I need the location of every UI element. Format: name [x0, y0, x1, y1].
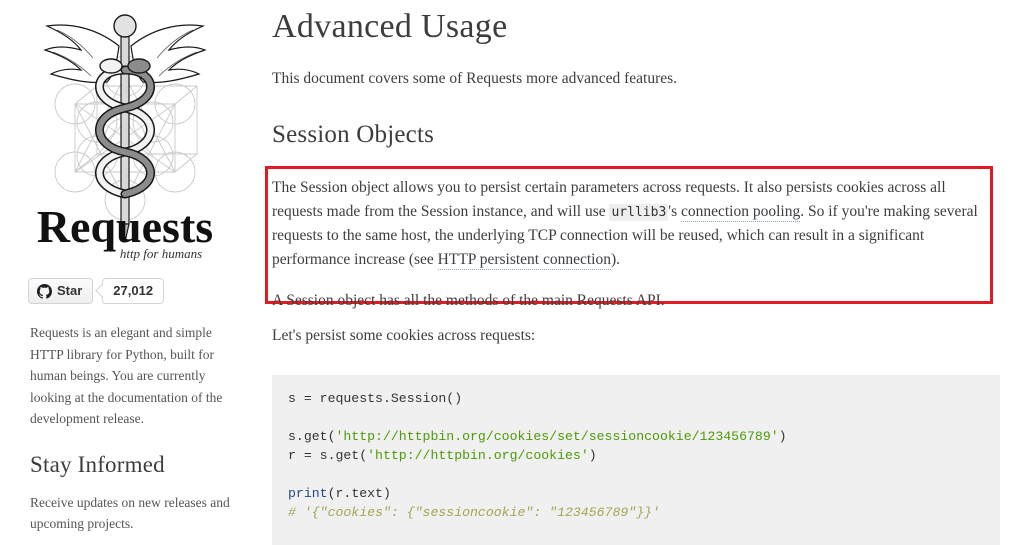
code-line-2-call: s.get(	[288, 429, 336, 445]
section-title-session-objects: Session Objects	[272, 121, 435, 148]
session-objects-text: The Session object allows you to persist…	[272, 176, 988, 313]
main-content: Advanced Usage This document covers some…	[265, 0, 1002, 545]
link-connection-pooling[interactable]: connection pooling	[680, 202, 801, 222]
page-intro: This document covers some of Requests mo…	[272, 70, 678, 87]
github-star-widget[interactable]: Star 27,012	[28, 278, 250, 304]
code-line-3-close: )	[588, 448, 597, 464]
github-star-label: Star	[57, 283, 83, 298]
code-blank-2	[288, 465, 1000, 484]
code-line-2-string: 'http://httpbin.org/cookies/set/sessionc…	[335, 429, 779, 445]
github-star-button[interactable]: Star	[28, 278, 94, 304]
requests-logo[interactable]: Requests http for humans	[20, 4, 230, 266]
session-p1-part-b: 's	[668, 202, 681, 220]
python-code-block[interactable]: s = requests.Session() s.get('http://htt…	[272, 375, 1000, 545]
github-star-count[interactable]: 27,012	[102, 278, 165, 304]
code-line-1: s = requests.Session()	[288, 391, 463, 407]
caduceus-logo-icon: Requests http for humans	[37, 14, 213, 261]
sidebar: Requests http for humans Star 27,012 Req…	[0, 0, 250, 532]
code-line-4-keyword: print	[288, 486, 328, 502]
session-paragraph-1: The Session object allows you to persist…	[272, 176, 988, 271]
github-star-count-wrapper[interactable]: 27,012	[102, 278, 165, 304]
logo-tagline-text: http for humans	[120, 246, 202, 261]
inline-code-urllib3: urllib3	[609, 203, 669, 221]
sidebar-description: Requests is an elegant and simple HTTP l…	[30, 325, 223, 426]
code-lead-in-text: Let's persist some cookies across reques…	[272, 327, 536, 344]
logo-wordmark-text: Requests	[37, 201, 213, 252]
session-p1-part-d: ).	[611, 250, 621, 268]
github-mark-icon	[37, 283, 52, 299]
page-title: Advanced Usage	[272, 8, 508, 45]
code-line-5-comment: # '{"cookies": {"sessioncookie": "123456…	[288, 505, 660, 521]
session-paragraph-2: A Session object has all the methods of …	[272, 292, 665, 310]
code-line-2-close: )	[778, 429, 787, 445]
code-content: s = requests.Session() s.get('http://htt…	[288, 391, 1000, 520]
link-http-persistent-connection[interactable]: HTTP persistent connection	[437, 250, 611, 270]
code-line-3-string: 'http://httpbin.org/cookies'	[367, 448, 589, 464]
code-line-4-args: (r.text)	[327, 486, 391, 502]
sidebar-stay-informed-text: Receive updates on new releases and upco…	[30, 494, 230, 532]
sidebar-stay-informed-heading: Stay Informed	[30, 451, 165, 477]
code-blank-1	[288, 408, 1000, 427]
documentation-page: Requests http for humans Star 27,012 Req…	[0, 0, 1023, 545]
scroll-gutter	[1015, 0, 1023, 532]
code-line-3-call: r = s.get(	[288, 448, 368, 464]
